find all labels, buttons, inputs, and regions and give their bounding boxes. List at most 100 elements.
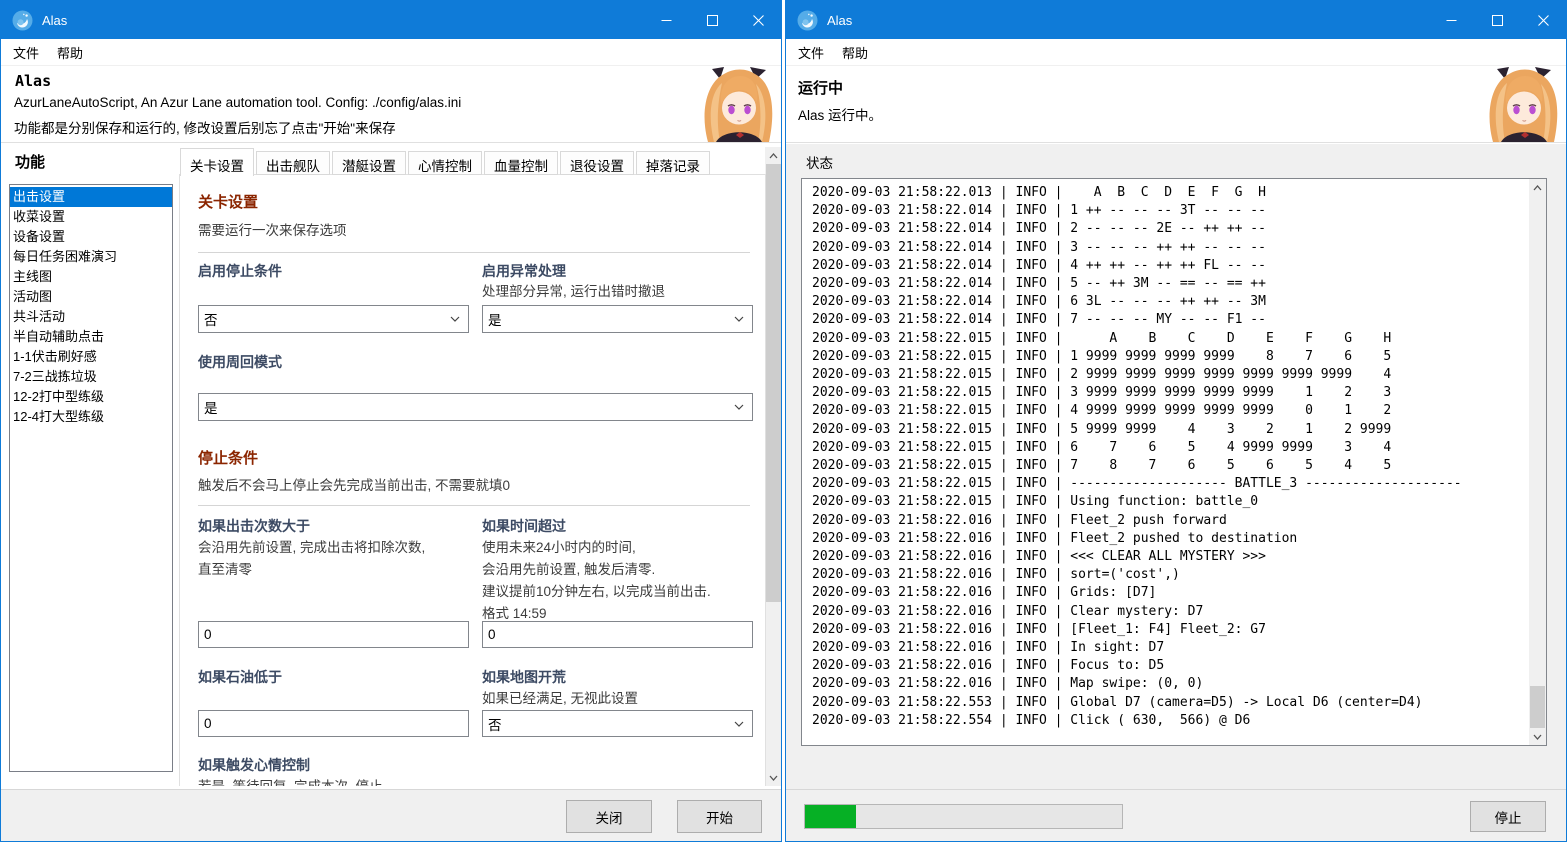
list-item-banzidong[interactable]: 半自动辅助点击 — [10, 327, 172, 347]
chevron-down-icon[interactable] — [1529, 728, 1546, 745]
minimize-icon — [661, 19, 671, 21]
app-header: Alas AzurLaneAutoScript, An Azur Lane au… — [1, 65, 781, 143]
if-emotion-desc: 若是, 等待回复, 完成本次, 停止 — [198, 776, 383, 786]
close-window-button[interactable]: 关闭 — [566, 800, 652, 833]
run-header: 运行中 Alas 运行中。 — [786, 65, 1566, 143]
list-item-7-2[interactable]: 7-2三战拣垃圾 — [10, 367, 172, 387]
scrollbar-thumb[interactable] — [1530, 686, 1545, 728]
list-item-gongdou-huodong[interactable]: 共斗活动 — [10, 307, 172, 327]
tab-xinqing-kongzhi[interactable]: 心情控制 — [408, 151, 482, 175]
run-body: 状态 2020-09-03 21:58:22.013 | INFO | A B … — [786, 144, 1566, 841]
titlebar[interactable]: Alas — [1, 1, 781, 39]
menu-help[interactable]: 帮助 — [48, 39, 92, 66]
menu-help[interactable]: 帮助 — [833, 39, 877, 66]
if-map-select[interactable]: 否 — [482, 710, 753, 737]
start-button[interactable]: 开始 — [677, 800, 762, 833]
maximize-icon — [706, 14, 718, 26]
section-desc-stop: 触发后不会马上停止会先完成当前出击, 不需要就填0 — [198, 478, 511, 493]
minimize-button[interactable] — [643, 1, 689, 39]
chevron-down-icon — [450, 316, 460, 322]
tab-chuji-jiandui[interactable]: 出击舰队 — [256, 151, 330, 175]
section-title-stage: 关卡设置 — [198, 194, 259, 211]
maximize-icon — [1491, 14, 1503, 26]
run-status-text: Alas 运行中。 — [798, 108, 883, 123]
list-item-12-4[interactable]: 12-4打大型练级 — [10, 407, 172, 427]
menu-file[interactable]: 文件 — [1, 39, 48, 66]
tab-guanka-shezhi[interactable]: 关卡设置 — [180, 148, 254, 176]
menubar: 文件 帮助 — [786, 39, 1566, 65]
menu-file[interactable]: 文件 — [786, 39, 833, 66]
app-icon — [797, 10, 818, 30]
status-label: 状态 — [806, 156, 833, 171]
settings-pane: 关卡设置 需要运行一次来保存选项 启用停止条件 启用异常处理 处理部分异常, 运… — [179, 174, 766, 786]
list-item-shebei-shezhi[interactable]: 设备设置 — [10, 227, 172, 247]
tab-strip: 关卡设置 出击舰队 潜艇设置 心情控制 血量控制 退役设置 掉落记录 — [180, 147, 712, 176]
if-time-input[interactable] — [482, 621, 753, 648]
window-controls — [1428, 1, 1566, 39]
enable-stop-select[interactable]: 否 — [198, 305, 469, 333]
close-button[interactable] — [1520, 1, 1566, 39]
tab-diaoluo-jilu[interactable]: 掉落记录 — [636, 151, 710, 175]
window-title: Alas — [42, 12, 68, 28]
log-text: 2020-09-03 21:58:22.013 | INFO | A B C D… — [812, 185, 1462, 728]
minimize-button[interactable] — [1428, 1, 1474, 39]
function-list: 出击设置 收菜设置 设备设置 每日任务困难演习 主线图 活动图 共斗活动 半自动… — [9, 184, 173, 772]
if-count-input[interactable] — [198, 621, 469, 648]
enable-stop-value: 否 — [204, 313, 218, 328]
tab-qianting-shezhi[interactable]: 潜艇设置 — [332, 151, 406, 175]
chevron-up-icon[interactable] — [765, 147, 781, 164]
close-icon — [1537, 14, 1549, 26]
window-title: Alas — [827, 12, 853, 28]
settings-window: Alas 文件 帮助 Alas AzurLaneAutoScript, An A… — [0, 0, 782, 842]
chevron-down-icon[interactable] — [765, 769, 781, 786]
if-oil-label: 如果石油低于 — [198, 669, 282, 685]
stop-button[interactable]: 停止 — [1470, 801, 1546, 832]
chevron-up-icon[interactable] — [1529, 179, 1546, 196]
list-item-chuji-shezhi[interactable]: 出击设置 — [10, 187, 172, 207]
sidebar-label: 功能 — [15, 154, 46, 171]
app-subtitle: AzurLaneAutoScript, An Azur Lane automat… — [14, 95, 462, 110]
close-icon — [752, 14, 764, 26]
if-map-desc: 如果已经满足, 无视此设置 — [482, 691, 639, 706]
if-emotion-label: 如果触发心情控制 — [198, 757, 310, 773]
log-scrollbar[interactable] — [1529, 179, 1546, 745]
menubar: 文件 帮助 — [1, 39, 781, 65]
section-title-stop: 停止条件 — [198, 450, 259, 467]
window-controls — [643, 1, 781, 39]
chevron-down-icon — [734, 404, 744, 410]
loop-mode-select[interactable]: 是 — [198, 393, 753, 421]
list-item-huodong-tu[interactable]: 活动图 — [10, 287, 172, 307]
if-oil-input[interactable] — [198, 710, 469, 737]
if-count-desc: 会沿用先前设置, 完成出击将扣除次数, 直至清零 — [198, 540, 426, 577]
progress-bar — [804, 804, 1123, 829]
list-item-shoucai-shezhi[interactable]: 收菜设置 — [10, 207, 172, 227]
left-footer: 关闭 开始 — [1, 789, 781, 841]
scrollbar-thumb[interactable] — [766, 164, 781, 602]
avatar — [698, 67, 778, 142]
progress-fill — [805, 805, 856, 828]
minimize-icon — [1446, 19, 1456, 21]
right-footer: 停止 — [786, 789, 1566, 841]
enable-exception-select[interactable]: 是 — [482, 305, 753, 333]
titlebar[interactable]: Alas — [786, 1, 1566, 39]
maximize-button[interactable] — [1474, 1, 1520, 39]
enable-exception-desc: 处理部分异常, 运行出错时撤退 — [482, 284, 666, 299]
section-desc-stage: 需要运行一次来保存选项 — [198, 223, 347, 238]
loop-mode-label: 使用周回模式 — [198, 354, 282, 370]
avatar — [1483, 67, 1563, 142]
tab-xueliang-kongzhi[interactable]: 血量控制 — [484, 151, 558, 175]
app-name: Alas — [15, 72, 52, 90]
list-item-zhuxian-tu[interactable]: 主线图 — [10, 267, 172, 287]
maximize-button[interactable] — [689, 1, 735, 39]
close-button[interactable] — [735, 1, 781, 39]
chevron-down-icon — [734, 316, 744, 322]
list-item-12-2[interactable]: 12-2打中型练级 — [10, 387, 172, 407]
log-panel[interactable]: 2020-09-03 21:58:22.013 | INFO | A B C D… — [801, 178, 1547, 746]
if-map-label: 如果地图开荒 — [482, 669, 566, 685]
enable-stop-label: 启用停止条件 — [198, 263, 282, 279]
list-item-1-1[interactable]: 1-1伏击刷好感 — [10, 347, 172, 367]
tab-tuiyi-shezhi[interactable]: 退役设置 — [560, 151, 634, 175]
settings-scrollbar[interactable] — [765, 147, 781, 786]
list-item-meiri-renwu[interactable]: 每日任务困难演习 — [10, 247, 172, 267]
if-time-desc: 使用未来24小时内的时间, 会沿用先前设置, 触发后清零. 建议提前10分钟左右… — [482, 540, 711, 621]
